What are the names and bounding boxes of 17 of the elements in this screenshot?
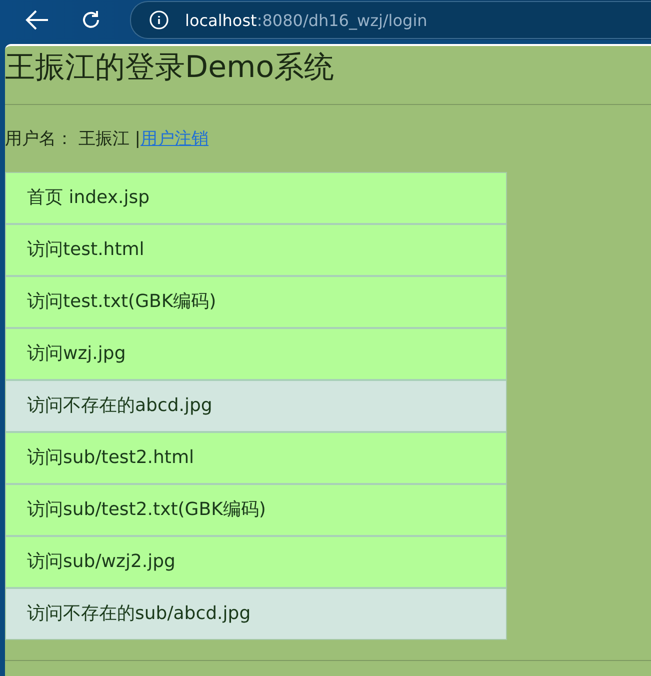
menu-item[interactable]: 首页 index.jsp bbox=[6, 173, 506, 223]
menu-item[interactable]: 访问不存在的abcd.jpg bbox=[6, 379, 506, 431]
page-title: 王振江的登录Demo系统 bbox=[5, 49, 336, 87]
reload-icon[interactable] bbox=[80, 9, 102, 31]
menu-item[interactable]: 访问不存在的sub/abcd.jpg bbox=[6, 587, 506, 639]
username-label: 用户名： 王振江 | bbox=[5, 129, 141, 149]
menu-item[interactable]: 访问test.html bbox=[6, 223, 506, 275]
menu-item[interactable]: 访问sub/test2.txt(GBK编码) bbox=[6, 483, 506, 535]
menu-item[interactable]: 访问sub/wzj2.jpg bbox=[6, 535, 506, 587]
back-icon[interactable] bbox=[24, 9, 50, 31]
menu-item[interactable]: 访问sub/test2.html bbox=[6, 431, 506, 483]
url-host: localhost bbox=[185, 10, 257, 30]
url-path: :8080/dh16_wzj/login bbox=[256, 10, 428, 30]
address-bar[interactable]: localhost:8080/dh16_wzj/login bbox=[130, 1, 651, 39]
info-icon[interactable] bbox=[149, 10, 169, 30]
menu-item[interactable]: 访问test.txt(GBK编码) bbox=[6, 275, 506, 327]
menu-item[interactable]: 访问wzj.jpg bbox=[6, 327, 506, 379]
